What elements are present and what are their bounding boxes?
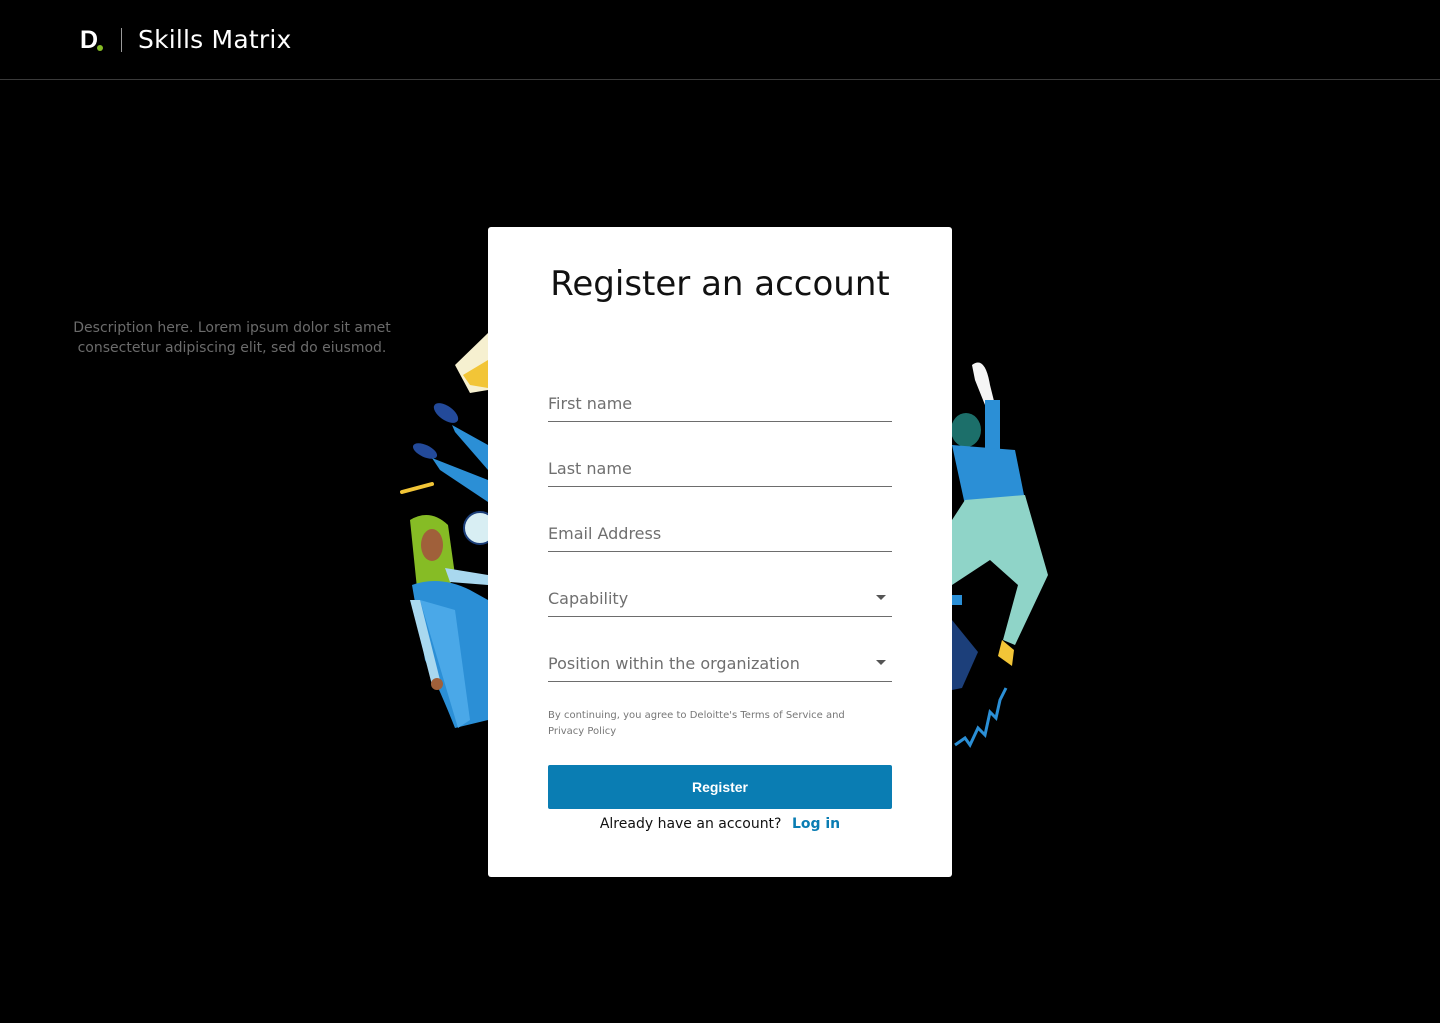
app-title: Skills Matrix	[138, 25, 292, 54]
caret-down-icon	[876, 660, 886, 665]
header-divider	[121, 28, 122, 52]
capability-select[interactable]: Capability	[548, 581, 892, 617]
caret-down-icon	[876, 595, 886, 600]
terms-text: By continuing, you agree to Deloitte's T…	[548, 710, 845, 737]
figure-legs-left	[412, 403, 488, 502]
last-name-input[interactable]	[548, 451, 892, 486]
card-description: Description here. Lorem ipsum dolor sit …	[73, 320, 391, 356]
first-name-input[interactable]	[548, 386, 892, 421]
figure-man-right	[951, 362, 1048, 690]
page-title: Register an account	[550, 264, 890, 304]
capability-select-label: Capability	[548, 589, 629, 608]
position-select[interactable]: Position within the organization	[548, 646, 892, 682]
first-name-field	[548, 386, 892, 422]
email-input[interactable]	[548, 516, 892, 551]
logo-letter: D	[80, 26, 99, 54]
chart-line-shape	[954, 687, 1008, 748]
email-field	[548, 516, 892, 552]
login-prompt-text: Already have an account?	[599, 816, 782, 832]
login-link[interactable]: Log in	[792, 816, 840, 832]
position-select-label: Position within the organization	[548, 654, 800, 673]
register-button[interactable]: Register	[548, 765, 892, 809]
deloitte-logo[interactable]: D	[80, 26, 106, 54]
top-bar: D Skills Matrix	[0, 0, 1440, 80]
login-prompt-row: Already have an account? Log in	[488, 816, 952, 832]
last-name-field	[548, 451, 892, 487]
envelope-icon	[455, 333, 488, 393]
figure-woman-left	[410, 515, 488, 728]
pencil-shape	[400, 482, 434, 494]
logo-dot	[97, 45, 103, 51]
